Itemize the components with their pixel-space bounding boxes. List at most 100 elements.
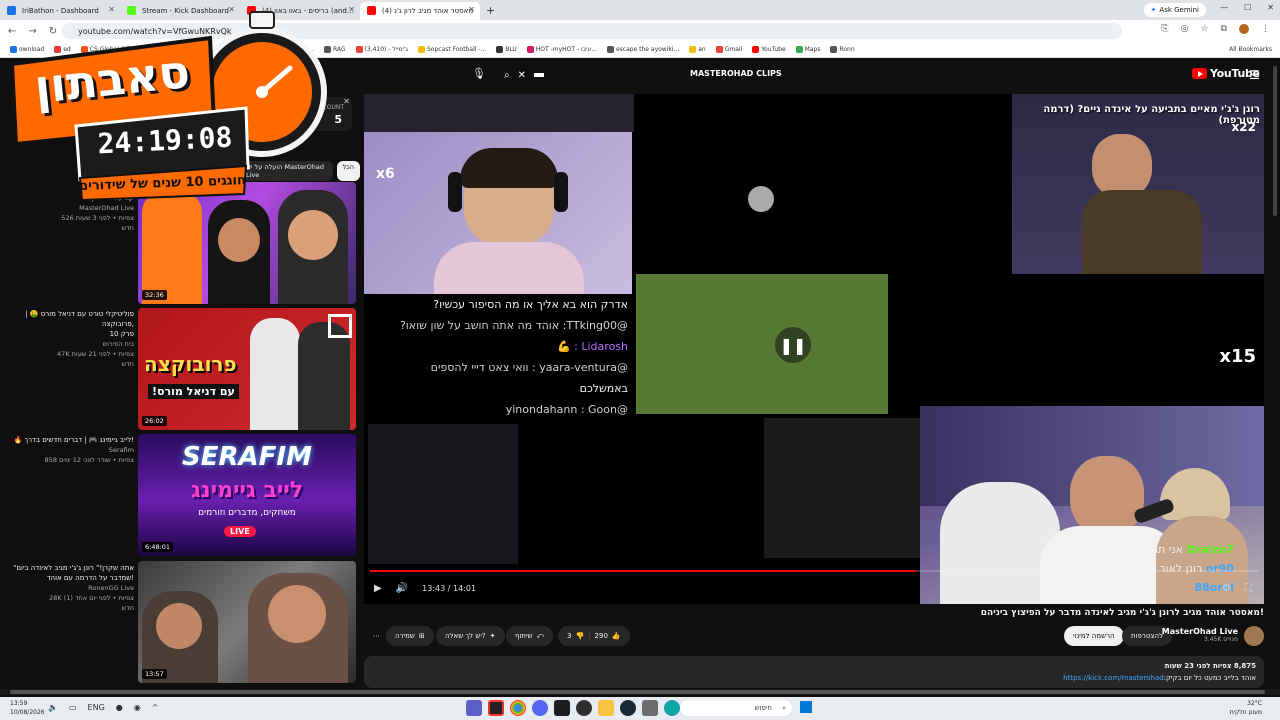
bookmark-label: Ronn: [839, 46, 855, 53]
description-link[interactable]: https://kick.com/masterohad: [1063, 674, 1164, 682]
rec-channel[interactable]: MasterOhad Live: [0, 203, 134, 213]
progress-bar[interactable]: [370, 570, 1258, 572]
rec-channel[interactable]: Serafim: [0, 445, 134, 455]
like-divider: |: [588, 632, 591, 640]
play-icon[interactable]: ▶: [374, 583, 382, 594]
dislike-count[interactable]: 3: [567, 632, 571, 640]
like-icon[interactable]: 👍: [612, 632, 621, 640]
rec-title-line2[interactable]: שמדבר על הדרמה עם אוהד!: [0, 573, 134, 583]
like-dislike-group: 3 👎 | 290 👍: [558, 626, 630, 646]
close-window-icon[interactable]: ✕: [1267, 3, 1274, 12]
rec-channel[interactable]: RonenGG Live: [0, 583, 134, 593]
bookmark-item[interactable]: HOT -myHOT - עיבו...: [526, 46, 597, 53]
menu-dots-icon[interactable]: ⋮: [1261, 24, 1270, 34]
rec-item-3-meta[interactable]: 🔥 לייב גיימינג 🎮 | דברים חדשים בדרך! Ser…: [0, 435, 134, 465]
language-indicator[interactable]: ENG: [88, 703, 105, 712]
app-icon-edge[interactable]: [664, 700, 680, 716]
horizontal-scroll-thumb[interactable]: [10, 690, 1265, 694]
clock[interactable]: 13:59 10/08/2026: [10, 699, 45, 717]
search-icon[interactable]: ⌕: [504, 70, 510, 81]
chip-all[interactable]: הכל: [336, 161, 360, 181]
rec-thumbnail-3[interactable]: SERAFIM לייב גיימינג משחקים, מדברים וזור…: [138, 434, 356, 556]
bookmark-item[interactable]: Maps: [795, 46, 820, 53]
channel-info[interactable]: MasterOhad Live 3.45K מנויים: [1162, 627, 1238, 643]
cursor-dot: [748, 186, 774, 212]
speaker-icon[interactable]: 🔈: [48, 703, 58, 712]
rec-title[interactable]: פוליטיקלי טורט עם דניאל מורס 🤑 | פרובוקצ…: [0, 309, 134, 329]
rec-channel[interactable]: בית הפירוש: [0, 339, 134, 349]
like-count[interactable]: 290: [595, 632, 608, 640]
maximize-icon[interactable]: ☐: [1244, 3, 1251, 12]
app-icon-steam[interactable]: [620, 700, 636, 716]
bookmark-item[interactable]: (3,410) - ג'ימייל: [355, 46, 408, 53]
profile-avatar[interactable]: [1239, 24, 1249, 34]
app-icon-headphones[interactable]: [554, 700, 570, 716]
ask-button[interactable]: יש לך שאלה? ✦: [436, 626, 505, 646]
windows-start-icon[interactable]: [800, 701, 812, 713]
bookmark-item[interactable]: YouTube: [752, 46, 786, 53]
timecode: 13:43 / 14:01: [422, 583, 477, 593]
tab-close-icon[interactable]: ✕: [348, 5, 355, 14]
mic-tray-icon[interactable]: ●: [116, 703, 123, 712]
bookmark-item[interactable]: Ronn: [830, 46, 855, 53]
bookmark-item[interactable]: an: [689, 46, 706, 53]
window-controls: — ☐ ✕: [1220, 3, 1274, 12]
weather-widget[interactable]: 32°C מעונן חלקית: [1230, 699, 1262, 717]
taskbar-search[interactable]: חיפוש ⌕: [680, 700, 792, 716]
pause-icon[interactable]: ❚❚: [775, 327, 811, 363]
app-icon-davinci[interactable]: [488, 700, 504, 716]
tab-close-icon[interactable]: ✕: [468, 5, 475, 14]
browser-tab[interactable]: (4) מאסטר אוהד מגיב לרון ג'נ ✕: [360, 2, 480, 20]
app-icon-chrome[interactable]: [510, 700, 526, 716]
search-box[interactable]: ⌕ ✕: [504, 66, 664, 84]
bookmark-item[interactable]: escape the ayowiki...: [606, 46, 680, 53]
app-icon-obs[interactable]: [576, 700, 592, 716]
bookmark-star-icon[interactable]: ☆: [1200, 24, 1208, 34]
extensions-icon[interactable]: ⧉: [1221, 24, 1227, 34]
clear-search-icon[interactable]: ✕: [518, 70, 526, 81]
rec-title-line2[interactable]: פרק 10: [0, 329, 134, 339]
settings-icon[interactable]: ⚙: [1222, 583, 1231, 594]
vertical-scrollbar[interactable]: [1272, 60, 1278, 690]
app-icon-discord[interactable]: [532, 700, 548, 716]
app-icon-teams[interactable]: [466, 700, 482, 716]
share-button[interactable]: שיתוף ⤺: [506, 626, 553, 646]
rec-title[interactable]: "אתה שקרן!" רונן ג'ג'י מגיב לאינדה ביום: [0, 563, 134, 573]
hamburger-menu-icon[interactable]: ☰: [1249, 68, 1260, 82]
cast-icon[interactable]: ⎘: [1161, 24, 1168, 34]
description-box[interactable]: 8,875 צפיות לפני 23 שעות אוהד בלייב כמעט…: [364, 656, 1264, 688]
bookmark-label: BLU: [505, 46, 517, 53]
channel-avatar[interactable]: [1244, 626, 1264, 646]
app-icon-app[interactable]: [642, 700, 658, 716]
bookmark-favicon-icon: [715, 46, 723, 53]
rec-title[interactable]: 🔥 לייב גיימינג 🎮 | דברים חדשים בדרך!: [0, 435, 134, 445]
rec-item-2-meta[interactable]: פוליטיקלי טורט עם דניאל מורס 🤑 | פרובוקצ…: [0, 309, 134, 369]
video-player[interactable]: x6 אדרק הוא בא אליך או מה הסיפור עכשיו? …: [364, 94, 1264, 604]
ask-gemini-button[interactable]: ✦ Ask Gemini: [1143, 3, 1206, 17]
minimize-icon[interactable]: —: [1220, 3, 1228, 12]
network-icon[interactable]: ▭: [69, 703, 77, 712]
horizontal-scrollbar[interactable]: [0, 689, 1280, 695]
vertical-scroll-thumb[interactable]: [1273, 66, 1277, 216]
rec-thumbnail-4[interactable]: 13:57: [138, 561, 356, 683]
rec-thumbnail-2[interactable]: פרובוקצה עם דניאל מורס! 26:02: [138, 308, 356, 430]
rec-item-4-meta[interactable]: "אתה שקרן!" רונן ג'ג'י מגיב לאינדה ביום …: [0, 563, 134, 613]
record-icon[interactable]: ◉: [134, 703, 141, 712]
channel-name[interactable]: MasterOhad Live: [1162, 627, 1238, 636]
new-tab-button[interactable]: +: [486, 4, 495, 17]
mic-icon[interactable]: 🎙: [472, 67, 486, 83]
volume-icon[interactable]: 🔊: [396, 583, 408, 594]
save-button[interactable]: שמירה ⊞: [386, 626, 434, 646]
bookmark-item[interactable]: Sopcast Football -...: [418, 46, 486, 53]
dislike-icon[interactable]: 👎: [575, 632, 584, 640]
all-bookmarks[interactable]: All Bookmarks: [1229, 46, 1272, 53]
bookmark-favicon-icon: [689, 46, 697, 53]
tray-expand-icon[interactable]: ^: [152, 703, 159, 712]
app-icon-explorer[interactable]: [598, 700, 614, 716]
bookmark-label: escape the ayowiki...: [615, 46, 680, 53]
fullscreen-icon[interactable]: ⛶: [1245, 583, 1252, 594]
bookmark-item[interactable]: BLU: [496, 46, 517, 53]
incognito-icon[interactable]: ◎: [1181, 24, 1189, 34]
bookmark-item[interactable]: Gmail: [715, 46, 742, 53]
subscribe-button[interactable]: הרשמה למינוי: [1064, 626, 1124, 646]
